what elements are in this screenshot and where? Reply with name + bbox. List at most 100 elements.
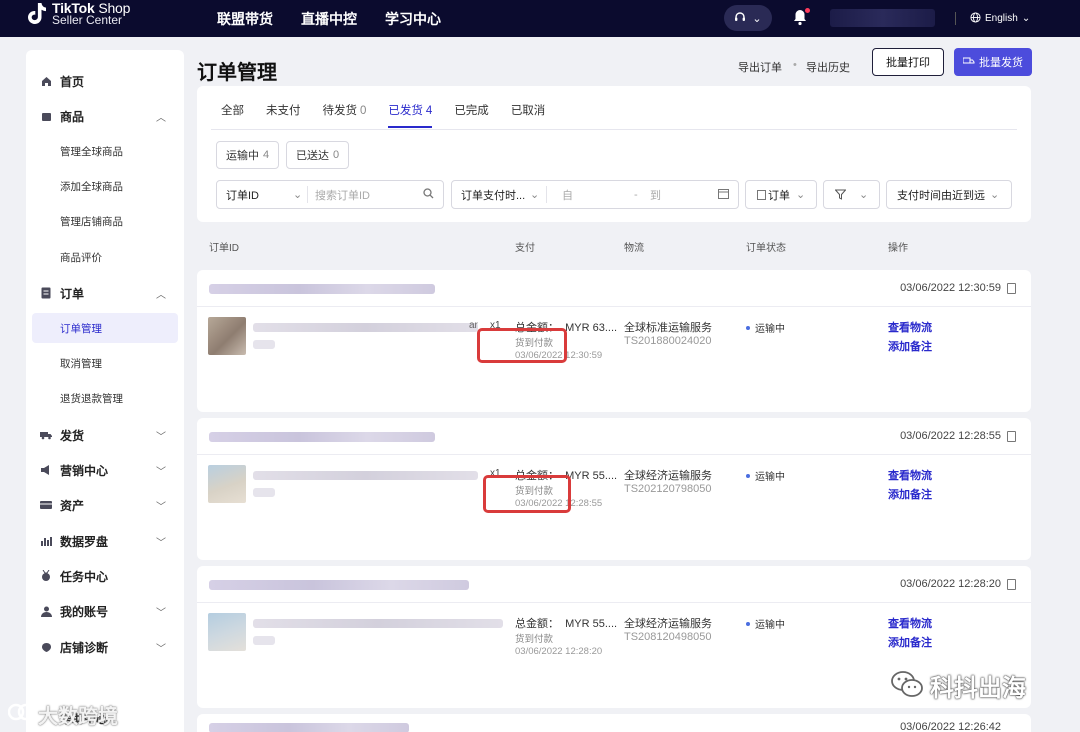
export-orders-link[interactable]: 导出订单: [738, 59, 782, 75]
total-amount: MYR 55....: [565, 618, 618, 630]
sidebar-item-cancellations[interactable]: 取消管理: [32, 348, 178, 378]
logistics-service: 全球经济运输服务: [624, 618, 712, 630]
sort-label: 支付时间由近到远: [897, 189, 985, 202]
divider: [307, 186, 308, 203]
chip-delivered[interactable]: 已送达 0: [286, 141, 350, 169]
batch-print-button[interactable]: 批量打印: [872, 48, 944, 76]
tab-to-ship[interactable]: 待发货 0: [323, 102, 367, 130]
column-header-payment: 支付: [515, 243, 535, 254]
sidebar-item-data-compass[interactable]: 数据罗盘 ﹀: [26, 526, 184, 556]
product-thumbnail[interactable]: [208, 317, 246, 355]
tab-shipped[interactable]: 已发货 4: [388, 102, 432, 130]
order-card-header: 03/06/2022 12:30:59: [197, 270, 1031, 307]
bookmark-icon[interactable]: [1007, 431, 1016, 442]
sidebar-item-my-account[interactable]: 我的账号 ﹀: [26, 596, 184, 626]
sidebar-item-manage-global-products[interactable]: 管理全球商品: [32, 136, 178, 166]
account-name[interactable]: [830, 9, 935, 27]
id-type-select[interactable]: 订单ID: [226, 187, 259, 203]
sidebar-item-product-reviews[interactable]: 商品评价: [32, 242, 178, 272]
sidebar-item-add-global-products[interactable]: 添加全球商品: [32, 171, 178, 201]
sidebar-item-shipping[interactable]: 发货 ﹀: [26, 420, 184, 450]
notification-button[interactable]: [792, 8, 810, 28]
highlight-box: [477, 328, 567, 363]
brand-logo[interactable]: TikTok Shop Seller Center: [26, 1, 130, 26]
order-status: 运输中: [746, 468, 785, 483]
view-logistics-link[interactable]: 查看物流: [888, 467, 932, 483]
status-dot: [746, 473, 750, 478]
tab-label: 全部: [221, 105, 244, 117]
date-from-input[interactable]: 自: [562, 187, 573, 203]
order-id-blurred[interactable]: [209, 432, 435, 442]
sidebar-item-label: 管理店铺商品: [60, 215, 123, 228]
chevron-up-icon: ︿: [156, 289, 166, 301]
add-note-link[interactable]: 添加备注: [888, 634, 932, 650]
status-label: 运输中: [755, 324, 785, 335]
order-id-search: 订单ID ⌄ 搜索订单ID: [216, 180, 444, 209]
sidebar-item-task-center[interactable]: 任务中心: [26, 561, 184, 591]
view-logistics-link[interactable]: 查看物流: [888, 615, 932, 631]
batch-ship-button[interactable]: 批量发货: [954, 48, 1032, 76]
chevron-down-icon: ⌄: [752, 12, 762, 25]
chip-in-transit[interactable]: 运输中 4: [216, 141, 280, 169]
tab-cancelled[interactable]: 已取消: [511, 102, 546, 130]
order-id-blurred[interactable]: [209, 580, 469, 590]
sort-select[interactable]: 支付时间由近到远 ⌄: [886, 180, 1012, 209]
filter-select[interactable]: ⌄: [823, 180, 880, 209]
order-filter-select[interactable]: 订单 ⌄: [745, 180, 817, 209]
filter-card: 全部 未支付 待发货 0 已发货 4 已完成 已取消 运输中 4 已送达 0 订单ID …: [197, 86, 1031, 222]
date-to-input[interactable]: 到: [650, 187, 661, 203]
nav-affiliate[interactable]: 联盟带货: [217, 9, 273, 29]
bookmark-icon[interactable]: [1007, 579, 1016, 590]
order-date: 03/06/2022 12:28:20: [900, 578, 1001, 590]
chevron-up-icon: ︿: [156, 112, 166, 124]
sidebar-item-label: 添加全球商品: [60, 180, 123, 193]
nav-learning-center[interactable]: 学习中心: [385, 9, 441, 29]
sidebar-item-label: 任务中心: [60, 569, 109, 584]
view-logistics-link[interactable]: 查看物流: [888, 319, 932, 335]
sidebar-item-home[interactable]: 首页: [26, 66, 184, 96]
sidebar-item-label: 店铺诊断: [60, 640, 109, 655]
product-thumbnail[interactable]: [208, 465, 246, 503]
sidebar-item-label: 管理全球商品: [60, 145, 123, 158]
order-id-blurred[interactable]: [209, 284, 435, 294]
calendar-icon[interactable]: [718, 188, 729, 202]
product-icon: [40, 110, 52, 122]
sidebar-item-order-management[interactable]: 订单管理: [32, 313, 178, 343]
sidebar-item-manage-shop-products[interactable]: 管理店铺商品: [32, 206, 178, 236]
top-bar: TikTok Shop Seller Center 联盟带货 直播中控 学习中心…: [0, 0, 1080, 37]
language-switcher[interactable]: English ⌄: [970, 0, 1030, 37]
tab-all[interactable]: 全部: [221, 102, 244, 130]
status-tabs: 全部 未支付 待发货 0 已发货 4 已完成 已取消: [221, 102, 567, 130]
product-variant-blurred: [253, 340, 275, 349]
tab-completed[interactable]: 已完成: [454, 102, 489, 130]
total-amount: MYR 63....: [565, 322, 618, 334]
chevron-down-icon: ⌄: [796, 189, 806, 201]
product-name-blurred: [253, 471, 478, 480]
home-icon: [40, 75, 52, 87]
sidebar-item-orders[interactable]: 订单 ︿: [26, 278, 184, 308]
tracking-number: TS208120498050: [624, 631, 712, 643]
sidebar-item-assets[interactable]: 资产 ﹀: [26, 490, 184, 520]
nav-live-control[interactable]: 直播中控: [301, 9, 357, 29]
sidebar-item-products[interactable]: 商品 ︿: [26, 101, 184, 131]
sidebar-item-label: 发货: [60, 428, 85, 443]
sidebar-item-shop-diagnosis[interactable]: 店铺诊断 ﹀: [26, 632, 184, 662]
bookmark-icon[interactable]: [1007, 283, 1016, 294]
sidebar-item-returns-refunds[interactable]: 退货退款管理: [32, 383, 178, 413]
sidebar-item-label: 我的账号: [60, 604, 109, 619]
order-id-blurred[interactable]: [209, 723, 409, 732]
add-note-link[interactable]: 添加备注: [888, 338, 932, 354]
watermark-text: 科抖出海: [930, 675, 1026, 702]
search-icon[interactable]: [423, 188, 434, 202]
export-history-link[interactable]: 导出历史: [806, 59, 850, 75]
chip-label: 运输中: [226, 150, 259, 162]
support-button[interactable]: ⌄: [724, 5, 772, 31]
search-input[interactable]: 搜索订单ID: [315, 187, 370, 203]
column-header-status: 订单状态: [746, 243, 786, 254]
sidebar-item-marketing[interactable]: 营销中心 ﹀: [26, 455, 184, 485]
add-note-link[interactable]: 添加备注: [888, 486, 932, 502]
order-icon: [757, 190, 766, 200]
product-thumbnail[interactable]: [208, 613, 246, 651]
time-type-select[interactable]: 订单支付时...: [461, 187, 525, 203]
tab-unpaid[interactable]: 未支付: [266, 102, 301, 130]
